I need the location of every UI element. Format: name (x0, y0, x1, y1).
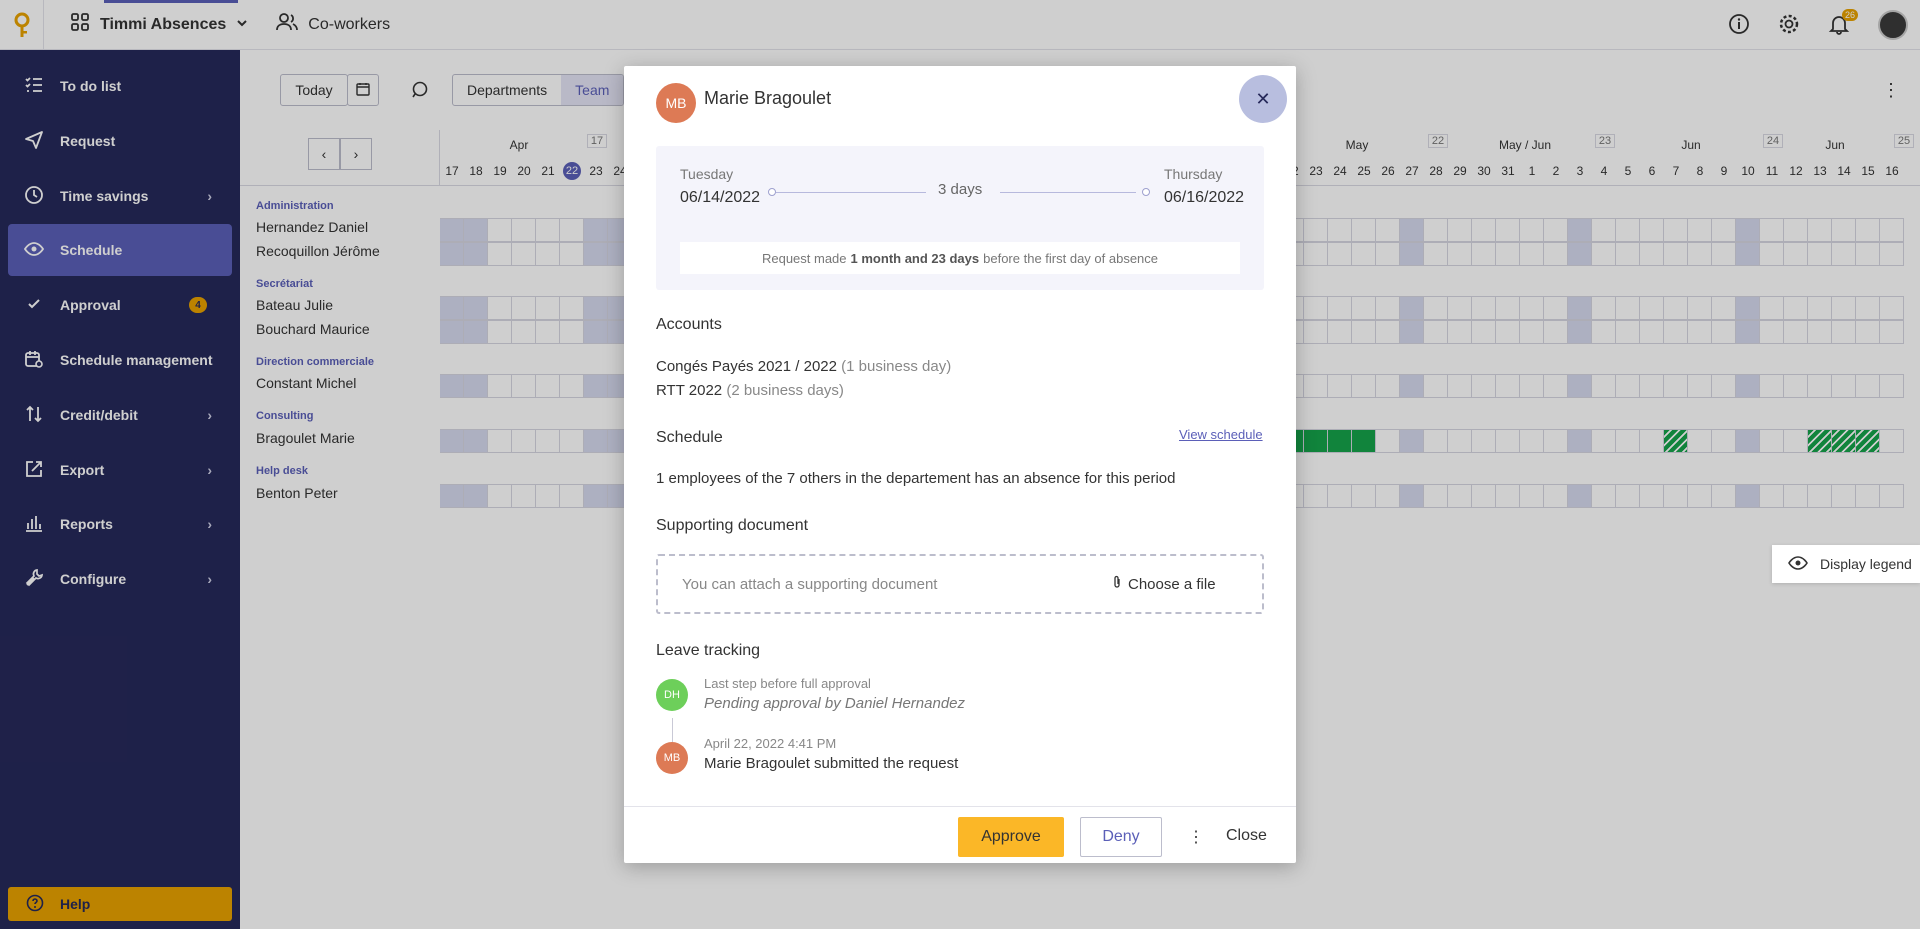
end-date: 06/16/2022 (1164, 189, 1245, 206)
avatar: DH (656, 679, 688, 711)
start-weekday: Tuesday (680, 166, 734, 182)
account-name: RTT 2022 (656, 382, 723, 399)
absence-request-dialog: MB Marie Bragoulet ✕ Tuesday 06/14/2022 … (624, 66, 1296, 863)
schedule-summary: 1 employees of the 7 others in the depar… (656, 470, 1176, 487)
schedule-title: Schedule (656, 429, 723, 446)
accounts-title: Accounts (656, 316, 722, 333)
choose-file-label: Choose a file (1128, 575, 1216, 593)
tracking-step-note: Last step before full approval (704, 676, 871, 691)
timeline-start-dot (768, 188, 776, 196)
choose-file-button[interactable]: Choose a file (1112, 575, 1216, 593)
avatar: MB (656, 742, 688, 774)
employee-name-title: Marie Bragoulet (704, 88, 832, 108)
close-icon: ✕ (1255, 88, 1271, 109)
account-detail: (2 business days) (726, 382, 844, 399)
avatar: MB (656, 83, 696, 123)
approve-button[interactable]: Approve (958, 817, 1064, 857)
account-name: Congés Payés 2021 / 2022 (656, 358, 837, 375)
account-line: Congés Payés 2021 / 2022 (1 business day… (656, 358, 951, 375)
leave-tracking-title: Leave tracking (656, 642, 761, 659)
display-legend-label: Display legend (1820, 556, 1912, 572)
file-dropzone[interactable]: You can attach a supporting document Cho… (656, 554, 1264, 614)
close-dialog-button[interactable]: ✕ (1239, 75, 1287, 123)
eye-icon (1788, 553, 1808, 576)
end-weekday: Thursday (1164, 166, 1223, 182)
view-schedule-link[interactable]: View schedule (1179, 427, 1263, 442)
timeline-line (1000, 192, 1136, 193)
display-legend-button[interactable]: Display legend (1772, 545, 1920, 583)
timeline-line (776, 192, 926, 193)
request-made-delay: 1 month and 23 days (850, 250, 980, 266)
tracking-step-status: Marie Bragoulet submitted the request (704, 755, 959, 772)
request-made-prefix: Request made (761, 250, 847, 266)
account-line: RTT 2022 (2 business days) (656, 382, 844, 399)
tracking-step-status: Pending approval by Daniel Hernandez (704, 695, 966, 712)
dropzone-placeholder: You can attach a supporting document (682, 576, 938, 593)
deny-button[interactable]: Deny (1080, 817, 1162, 857)
request-timing-note: Request made 1 month and 23 days before … (680, 242, 1240, 274)
tracking-connector (672, 718, 673, 742)
tracking-step-timestamp: April 22, 2022 4:41 PM (704, 736, 837, 751)
more-actions-icon[interactable]: ⋮ (1188, 827, 1204, 847)
paperclip-icon (1112, 575, 1122, 593)
account-detail: (1 business day) (841, 358, 952, 375)
absence-dates-panel: Tuesday 06/14/2022 3 days Thursday 06/16… (656, 146, 1264, 290)
start-date: 06/14/2022 (680, 189, 761, 206)
duration-label: 3 days (938, 181, 983, 198)
supporting-document-title: Supporting document (656, 517, 809, 534)
close-button[interactable]: Close (1226, 827, 1267, 845)
request-made-suffix: before the first day of absence (983, 250, 1159, 266)
timeline-end-dot (1142, 188, 1150, 196)
dialog-footer: Approve Deny ⋮ Close (624, 806, 1296, 863)
